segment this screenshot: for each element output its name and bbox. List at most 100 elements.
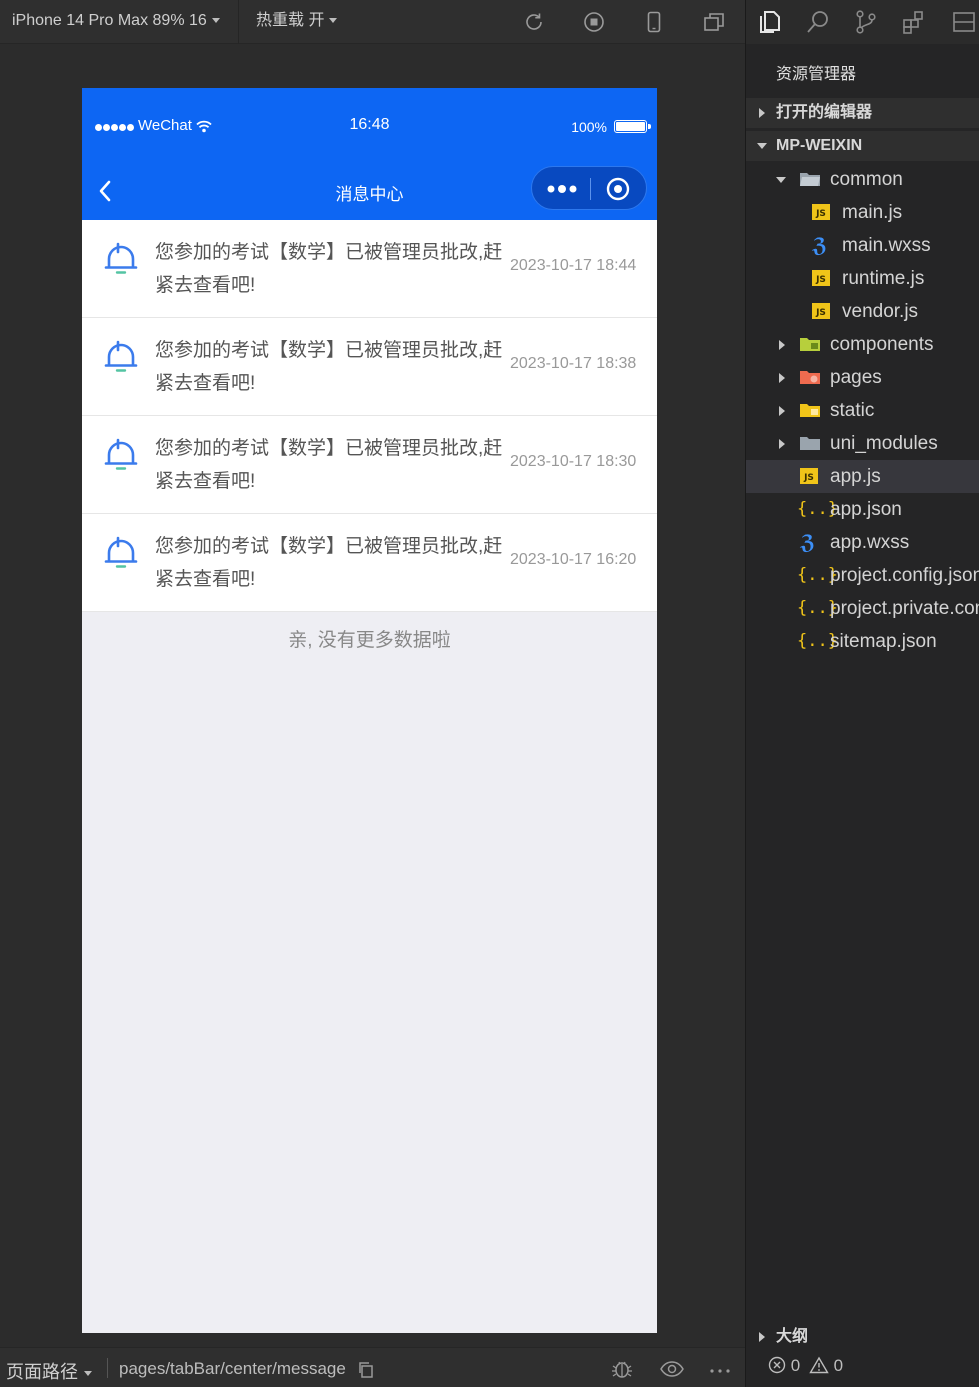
search-icon[interactable] bbox=[804, 8, 832, 36]
tree-file-runtime-js[interactable]: JS runtime.js bbox=[746, 262, 979, 295]
tree-label: app.json bbox=[830, 499, 902, 520]
warning-icon bbox=[809, 1356, 829, 1374]
message-item[interactable]: 您参加的考试【数学】已被管理员批改,赶紧去查看吧! 2023-10-17 18:… bbox=[82, 318, 657, 416]
close-miniprogram-icon[interactable] bbox=[598, 173, 638, 205]
css-file-icon: ℨ bbox=[800, 530, 816, 554]
chevron-down-icon bbox=[776, 177, 786, 183]
message-text: 您参加的考试【数学】已被管理员批改,赶紧去查看吧! bbox=[155, 242, 503, 296]
message-time: 2023-10-17 18:44 bbox=[510, 257, 637, 274]
device-selector[interactable]: iPhone 14 Pro Max 89% 16 bbox=[12, 0, 220, 44]
files-icon[interactable] bbox=[756, 8, 784, 36]
toolbar-divider bbox=[238, 0, 239, 44]
tree-file-sitemap[interactable]: {..} sitemap.json bbox=[746, 625, 979, 658]
phone-status-bar: WeChat 16:48 100% bbox=[82, 88, 657, 162]
eye-icon[interactable] bbox=[660, 1358, 684, 1380]
components-folder-icon bbox=[800, 338, 820, 351]
tree-label: project.private.config.json bbox=[830, 598, 979, 619]
device-selector-label: iPhone 14 Pro Max 89% 16 bbox=[12, 12, 207, 29]
tree-label: sitemap.json bbox=[830, 631, 937, 652]
tree-label: main.js bbox=[842, 202, 903, 223]
open-editors-label: 打开的编辑器 bbox=[776, 104, 873, 121]
message-time: 2023-10-17 18:38 bbox=[510, 355, 637, 372]
outline-label: 大纲 bbox=[776, 1328, 809, 1345]
page-path-value: pages/tabBar/center/message bbox=[119, 1359, 375, 1379]
copy-icon[interactable] bbox=[357, 1361, 375, 1379]
message-item[interactable]: 您参加的考试【数学】已被管理员批改,赶紧去查看吧! 2023-10-17 16:… bbox=[82, 514, 657, 612]
tree-file-main-js[interactable]: JS main.js bbox=[746, 196, 979, 229]
page-path-label: 页面路径 bbox=[6, 1362, 78, 1382]
explorer-panel: 资源管理器 打开的编辑器 MP-WEIXIN common JS main.js… bbox=[745, 0, 979, 1387]
js-file-icon: JS bbox=[812, 204, 830, 220]
warning-count: 0 bbox=[833, 1356, 844, 1375]
extensions-icon[interactable] bbox=[900, 8, 928, 36]
bell-icon bbox=[104, 536, 138, 568]
chevron-down-icon bbox=[757, 143, 767, 149]
tree-file-app-json[interactable]: {..} app.json bbox=[746, 493, 979, 526]
stop-icon[interactable] bbox=[582, 10, 606, 34]
bell-icon bbox=[104, 242, 138, 274]
tree-label: static bbox=[830, 400, 875, 421]
tree-folder-components[interactable]: components bbox=[746, 328, 979, 361]
hot-reload-toggle[interactable]: 热重载 开 bbox=[256, 0, 338, 44]
tree-file-app-wxss[interactable]: ℨ app.wxss bbox=[746, 526, 979, 559]
chevron-right-icon bbox=[779, 406, 785, 416]
battery-icon bbox=[614, 120, 651, 133]
chevron-down-icon bbox=[84, 1370, 92, 1376]
mini-program-capsule bbox=[531, 166, 647, 210]
chevron-right-icon bbox=[779, 373, 785, 383]
tree-folder-static[interactable]: static bbox=[746, 394, 979, 427]
navigation-bar: 消息中心 bbox=[82, 162, 657, 220]
js-file-icon: JS bbox=[812, 303, 830, 319]
chevron-down-icon bbox=[211, 18, 220, 24]
tree-file-main-wxss[interactable]: ℨ main.wxss bbox=[746, 229, 979, 262]
refresh-icon[interactable] bbox=[522, 10, 546, 34]
outline-header[interactable]: 大纲 bbox=[746, 1322, 979, 1352]
pages-folder-icon bbox=[800, 371, 820, 384]
bell-icon bbox=[104, 438, 138, 470]
chevron-down-icon bbox=[329, 18, 338, 24]
tree-file-vendor-js[interactable]: JS vendor.js bbox=[746, 295, 979, 328]
phone-simulator: WeChat 16:48 100% 消息中心 您参加的考试【数学】已被管理员批改… bbox=[82, 88, 657, 1333]
phone-icon[interactable] bbox=[642, 10, 666, 34]
chevron-right-icon bbox=[779, 439, 785, 449]
tree-file-project-private[interactable]: {..} project.private.config.json bbox=[746, 592, 979, 625]
tree-label: main.wxss bbox=[842, 235, 931, 256]
open-editors-header[interactable]: 打开的编辑器 bbox=[746, 98, 979, 128]
tree-folder-common[interactable]: common bbox=[746, 163, 979, 196]
source-control-icon[interactable] bbox=[852, 8, 880, 36]
message-list: 您参加的考试【数学】已被管理员批改,赶紧去查看吧! 2023-10-17 18:… bbox=[82, 220, 657, 612]
project-label: MP-WEIXIN bbox=[776, 137, 863, 154]
js-file-icon: JS bbox=[812, 270, 830, 286]
js-file-icon: JS bbox=[800, 468, 818, 484]
message-time: 2023-10-17 18:30 bbox=[510, 453, 637, 470]
problems-indicator[interactable]: 0 0 bbox=[768, 1356, 843, 1376]
explorer-title: 资源管理器 bbox=[776, 66, 857, 83]
capsule-divider bbox=[590, 178, 591, 200]
more-icon[interactable] bbox=[708, 1358, 732, 1380]
tree-file-app-js[interactable]: JS app.js bbox=[746, 460, 979, 493]
error-count: 0 bbox=[790, 1356, 801, 1375]
tree-file-project-config[interactable]: {..} project.config.json bbox=[746, 559, 979, 592]
message-text: 您参加的考试【数学】已被管理员批改,赶紧去查看吧! bbox=[155, 536, 503, 590]
message-text: 您参加的考试【数学】已被管理员批改,赶紧去查看吧! bbox=[155, 438, 503, 492]
css-file-icon: ℨ bbox=[812, 233, 828, 257]
bug-icon[interactable] bbox=[610, 1358, 634, 1380]
project-header[interactable]: MP-WEIXIN bbox=[746, 131, 979, 161]
detach-window-icon[interactable] bbox=[702, 10, 726, 34]
folder-icon bbox=[800, 437, 820, 450]
tree-folder-pages[interactable]: pages bbox=[746, 361, 979, 394]
tree-folder-uni-modules[interactable]: uni_modules bbox=[746, 427, 979, 460]
message-text: 您参加的考试【数学】已被管理员批改,赶紧去查看吧! bbox=[155, 340, 503, 394]
tree-label: runtime.js bbox=[842, 268, 925, 289]
message-item[interactable]: 您参加的考试【数学】已被管理员批改,赶紧去查看吧! 2023-10-17 18:… bbox=[82, 416, 657, 514]
bell-icon bbox=[104, 340, 138, 372]
more-dots-icon[interactable] bbox=[542, 173, 582, 205]
panel-icon[interactable] bbox=[950, 8, 978, 36]
message-time: 2023-10-17 16:20 bbox=[510, 551, 637, 568]
battery-percent: 100% bbox=[571, 119, 607, 135]
tree-label: app.wxss bbox=[830, 532, 910, 553]
static-folder-icon bbox=[800, 404, 820, 417]
message-item[interactable]: 您参加的考试【数学】已被管理员批改,赶紧去查看吧! 2023-10-17 18:… bbox=[82, 220, 657, 318]
page-path-selector[interactable]: 页面路径 bbox=[6, 1358, 92, 1384]
tree-label: vendor.js bbox=[842, 301, 919, 322]
